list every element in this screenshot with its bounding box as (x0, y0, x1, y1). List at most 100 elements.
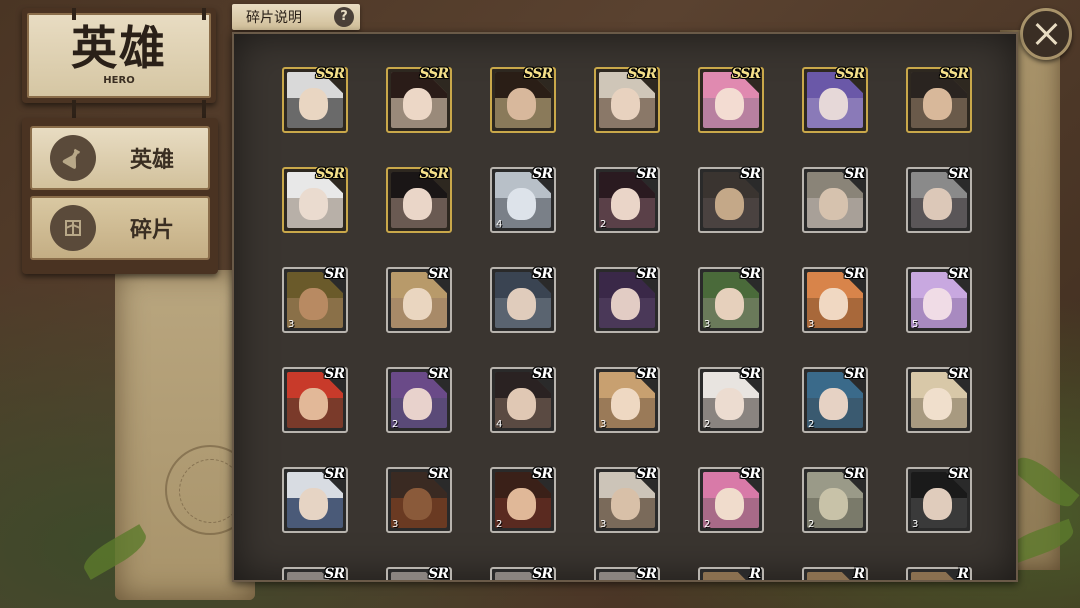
rarity-badge: SR (636, 266, 657, 282)
hero-card[interactable]: SR 4 (490, 167, 556, 233)
rarity-badge: SSR (627, 66, 657, 82)
hero-card[interactable]: SR 3 (698, 267, 764, 333)
hero-card[interactable]: R (802, 567, 868, 580)
menu-item-hero[interactable]: 英雄 (30, 126, 210, 190)
shard-count: 2 (808, 519, 815, 530)
hero-card[interactable]: SR 3 (906, 467, 972, 533)
hero-card[interactable]: SR (594, 567, 660, 580)
shard-count: 3 (912, 519, 919, 530)
shard-help-button[interactable]: 碎片说明 ? (232, 4, 360, 30)
portrait-face (403, 187, 433, 221)
shard-count: 3 (600, 519, 607, 530)
hero-card[interactable]: SSR (282, 67, 348, 133)
rarity-badge: SSR (419, 66, 449, 82)
hero-card[interactable]: SR (282, 567, 348, 580)
rarity-badge: SSR (731, 66, 761, 82)
rarity-badge: SR (844, 466, 865, 482)
shard-count: 3 (808, 319, 815, 330)
hero-card[interactable]: SR (386, 567, 452, 580)
portrait-face (507, 187, 537, 221)
portrait-face (819, 187, 849, 221)
portrait-face (611, 287, 641, 321)
hero-card[interactable]: SR 3 (386, 467, 452, 533)
hero-card[interactable]: SR 4 (490, 367, 556, 433)
shard-icon (50, 205, 96, 251)
hero-card[interactable]: SSR (698, 67, 764, 133)
hero-card[interactable]: SR 2 (594, 167, 660, 233)
hero-card[interactable]: SR (282, 467, 348, 533)
hero-card[interactable]: SR (282, 367, 348, 433)
hero-card[interactable]: SR 3 (282, 267, 348, 333)
shard-count: 2 (600, 219, 607, 230)
hero-card[interactable]: SR 2 (698, 467, 764, 533)
rarity-badge: SR (948, 466, 969, 482)
hero-card[interactable]: SR 2 (490, 467, 556, 533)
hero-card[interactable]: R (906, 567, 972, 580)
chain-decoration (202, 8, 206, 20)
rarity-badge: SR (428, 366, 449, 382)
hero-card[interactable]: SSR (386, 67, 452, 133)
shard-count: 2 (496, 519, 503, 530)
hero-card[interactable]: SR 3 (594, 467, 660, 533)
hero-card[interactable]: SR (906, 367, 972, 433)
hero-card[interactable]: SR 2 (802, 467, 868, 533)
rarity-badge: SR (948, 166, 969, 182)
hero-card[interactable]: R (698, 567, 764, 580)
rarity-badge: SR (532, 366, 553, 382)
rarity-badge: SR (428, 466, 449, 482)
rarity-badge: SR (636, 366, 657, 382)
hero-card[interactable]: SR (802, 167, 868, 233)
hero-card[interactable]: SR (594, 267, 660, 333)
portrait-face (715, 187, 745, 221)
portrait-face (299, 287, 329, 321)
hero-card[interactable]: SSR (906, 67, 972, 133)
potion-icon (50, 135, 96, 181)
portrait-face (715, 87, 745, 121)
rarity-badge: SSR (835, 66, 865, 82)
portrait-face (923, 487, 953, 521)
rarity-badge: SR (844, 166, 865, 182)
close-button[interactable] (1020, 8, 1072, 60)
hero-card[interactable]: SR (906, 167, 972, 233)
hero-card[interactable]: SR (490, 267, 556, 333)
rarity-badge: SR (740, 266, 761, 282)
hero-card[interactable]: SSR (490, 67, 556, 133)
hero-card[interactable]: SR (386, 267, 452, 333)
title-plate: 英雄 HERO (27, 13, 211, 98)
rarity-badge: SSR (419, 166, 449, 182)
hero-card[interactable]: SR (698, 167, 764, 233)
hero-card[interactable]: SSR (386, 167, 452, 233)
hero-card[interactable]: SSR (802, 67, 868, 133)
hero-card[interactable]: SR 3 (594, 367, 660, 433)
rarity-badge: SR (532, 466, 553, 482)
hero-card[interactable]: SSR (282, 167, 348, 233)
help-label: 碎片说明 (246, 10, 302, 26)
hero-card[interactable]: SR 2 (386, 367, 452, 433)
shard-count: 4 (496, 419, 503, 430)
page-subtitle: HERO (103, 75, 135, 86)
portrait-face (403, 87, 433, 121)
portrait-face (299, 187, 329, 221)
portrait-face (819, 487, 849, 521)
question-icon: ? (334, 7, 354, 27)
portrait-face (923, 287, 953, 321)
shard-count: 2 (704, 419, 711, 430)
menu-item-shard[interactable]: 碎片 (30, 196, 210, 260)
hero-card[interactable]: SR 2 (698, 367, 764, 433)
hero-card[interactable]: SR (490, 567, 556, 580)
rarity-badge: SR (636, 466, 657, 482)
hero-card[interactable]: SSR (594, 67, 660, 133)
rarity-badge: SR (948, 266, 969, 282)
menu-item-label: 英雄 (129, 147, 174, 173)
hero-card[interactable]: SR 3 (802, 267, 868, 333)
rarity-badge: SR (740, 366, 761, 382)
rarity-badge: SSR (939, 66, 969, 82)
chain-decoration (202, 100, 206, 120)
portrait-face (923, 387, 953, 421)
rarity-badge: SR (740, 166, 761, 182)
page-title: 英雄 (71, 21, 167, 75)
portrait-face (819, 387, 849, 421)
rarity-badge: SSR (315, 166, 345, 182)
hero-card[interactable]: SR 2 (802, 367, 868, 433)
hero-card[interactable]: SR 5 (906, 267, 972, 333)
